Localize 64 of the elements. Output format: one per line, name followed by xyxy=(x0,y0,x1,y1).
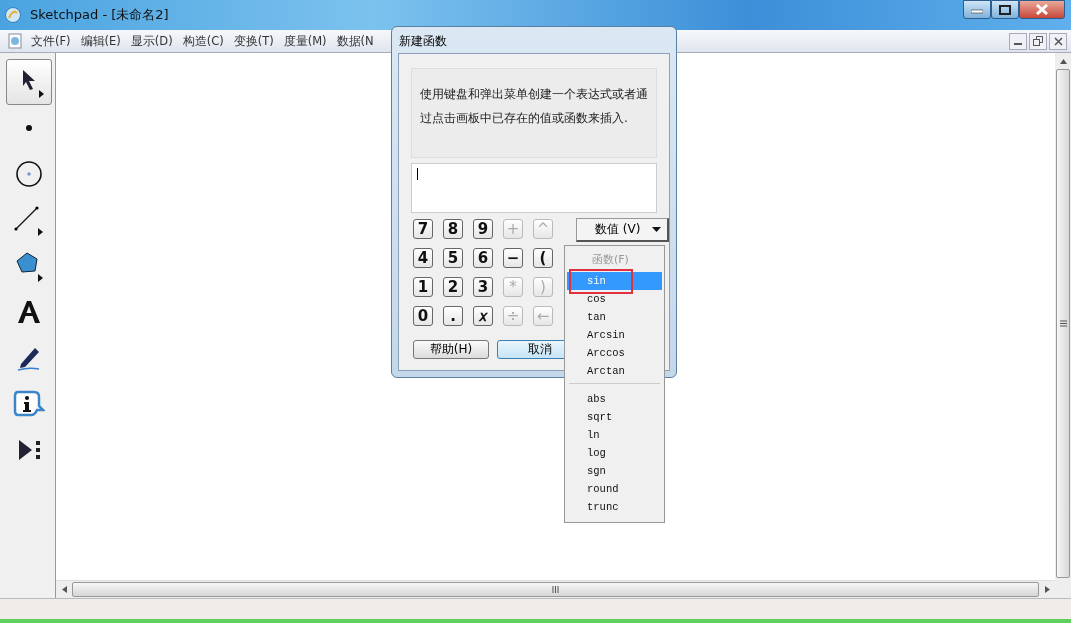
menu-item[interactable]: trunc xyxy=(567,498,662,516)
keypad-key[interactable]: 2 xyxy=(443,277,463,297)
menu-item[interactable]: abs xyxy=(567,390,662,408)
menu-item[interactable]: 文件(F) xyxy=(26,31,76,51)
window-title: Sketchpad - [未命名2] xyxy=(30,6,169,24)
instruction-text: 使用键盘和弹出菜单创建一个表达式或者通过点击画板中已存在的值或函数来插入. xyxy=(411,68,657,158)
horizontal-scrollbar[interactable] xyxy=(56,580,1055,598)
menu-item[interactable]: Arctan xyxy=(567,362,662,380)
text-tool-icon xyxy=(16,299,42,325)
grip-icon xyxy=(1059,320,1067,327)
keypad-key[interactable]: ( xyxy=(533,248,553,268)
menu-item[interactable]: 构造(C) xyxy=(177,31,229,51)
keypad-key[interactable]: − xyxy=(503,248,523,268)
circle-icon xyxy=(15,160,43,188)
restore-icon xyxy=(1033,36,1043,46)
document-restore-button[interactable] xyxy=(1029,32,1047,50)
keypad-key[interactable]: 7 xyxy=(413,219,433,239)
keypad-key[interactable]: 𝑥 xyxy=(473,306,493,326)
maximize-button[interactable] xyxy=(991,0,1019,19)
menu-item[interactable]: 度量(M) xyxy=(278,31,332,51)
line-segment-icon xyxy=(13,204,45,236)
document-icon xyxy=(8,33,22,49)
scroll-left-icon xyxy=(61,586,67,593)
close-button[interactable] xyxy=(1019,0,1065,19)
tool-button[interactable] xyxy=(6,59,52,105)
info-icon xyxy=(13,389,45,419)
menu-item[interactable]: cos xyxy=(567,290,662,308)
menu-item[interactable]: log xyxy=(567,444,662,462)
grip-icon xyxy=(552,586,559,593)
close-icon xyxy=(1036,4,1048,15)
dialog-button[interactable]: 帮助(H) xyxy=(413,340,489,359)
dialog-title: 新建函数 xyxy=(398,33,448,50)
menu-item[interactable]: tan xyxy=(567,308,662,326)
dropdown-arrow-icon xyxy=(652,227,661,232)
keypad-key[interactable]: 3 xyxy=(473,277,493,297)
menu-header: 函数(F) xyxy=(591,252,630,268)
keypad-key[interactable]: 6 xyxy=(473,248,493,268)
menu-item[interactable]: 显示(D) xyxy=(125,31,178,51)
values-dropdown[interactable]: 数值 (V) xyxy=(576,218,669,242)
keypad-key[interactable]: 8 xyxy=(443,219,463,239)
menu-item[interactable]: round xyxy=(567,480,662,498)
keypad-key[interactable]: 0 xyxy=(413,306,433,326)
document-minimize-button[interactable] xyxy=(1009,32,1027,50)
menu-item[interactable]: sgn xyxy=(567,462,662,480)
keypad-key[interactable]: 1 xyxy=(413,277,433,297)
menu-item[interactable]: 数据(N xyxy=(331,31,379,51)
document-close-button[interactable] xyxy=(1049,32,1067,50)
scroll-up-icon xyxy=(1059,58,1067,64)
menu-item[interactable]: ln xyxy=(567,426,662,444)
menu-item[interactable]: 变换(T) xyxy=(228,31,279,51)
custom-tool-icon xyxy=(16,437,42,463)
keypad-key[interactable]: 4 xyxy=(413,248,433,268)
close-icon xyxy=(1053,36,1063,46)
keypad-key[interactable]: . xyxy=(443,306,463,326)
keypad-key[interactable]: 9 xyxy=(473,219,493,239)
point-icon xyxy=(25,124,33,132)
scroll-right-icon xyxy=(1044,586,1050,593)
keypad-key[interactable]: 5 xyxy=(443,248,463,268)
maximize-icon xyxy=(999,4,1011,15)
app-logo-icon xyxy=(4,6,22,24)
expression-field[interactable] xyxy=(411,163,657,213)
minimize-button[interactable] xyxy=(963,0,991,19)
menu-item[interactable]: sqrt xyxy=(567,408,662,426)
menu-item[interactable]: 编辑(E) xyxy=(75,31,126,51)
